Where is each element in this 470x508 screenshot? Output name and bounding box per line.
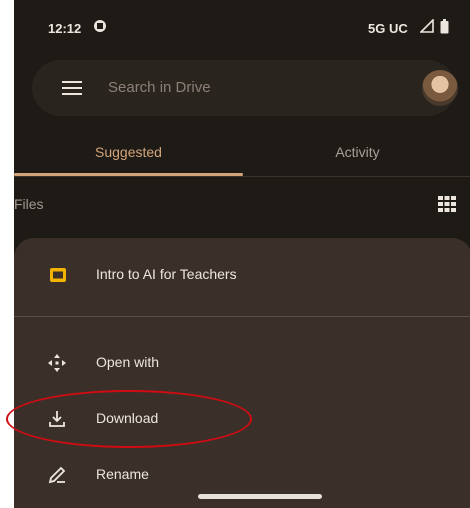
search-bar[interactable]: Search in Drive <box>32 60 458 116</box>
status-time: 12:12 <box>48 21 82 36</box>
notification-icon <box>94 20 106 32</box>
grid-view-icon[interactable] <box>438 196 456 212</box>
bottom-sheet: Intro to AI for Teachers Open with Downl… <box>14 238 470 508</box>
status-bar: 12:12 5G UC <box>14 0 470 54</box>
gesture-handle[interactable] <box>198 494 322 499</box>
rename-icon <box>48 466 66 484</box>
tab-activity[interactable]: Activity <box>243 128 470 176</box>
search-input[interactable]: Search in Drive <box>108 79 211 96</box>
open-with-action[interactable]: Open with <box>14 334 470 390</box>
open-with-icon <box>48 354 66 372</box>
sheet-divider <box>14 316 470 317</box>
menu-icon[interactable] <box>62 80 82 96</box>
open-with-label: Open with <box>96 354 160 370</box>
signal-icon <box>420 19 434 33</box>
highlight-annotation <box>6 390 252 448</box>
battery-icon <box>440 19 449 34</box>
tab-bar: Suggested Activity <box>14 128 470 178</box>
slides-icon <box>50 268 66 282</box>
account-avatar[interactable] <box>422 70 458 106</box>
files-section-label: Files <box>14 196 44 212</box>
network-type: 5G UC <box>368 21 408 36</box>
tab-suggested[interactable]: Suggested <box>14 128 243 176</box>
file-title: Intro to AI for Teachers <box>96 266 237 282</box>
sheet-header: Intro to AI for Teachers <box>14 238 470 314</box>
rename-label: Rename <box>96 466 149 482</box>
tabs-divider <box>14 176 470 177</box>
